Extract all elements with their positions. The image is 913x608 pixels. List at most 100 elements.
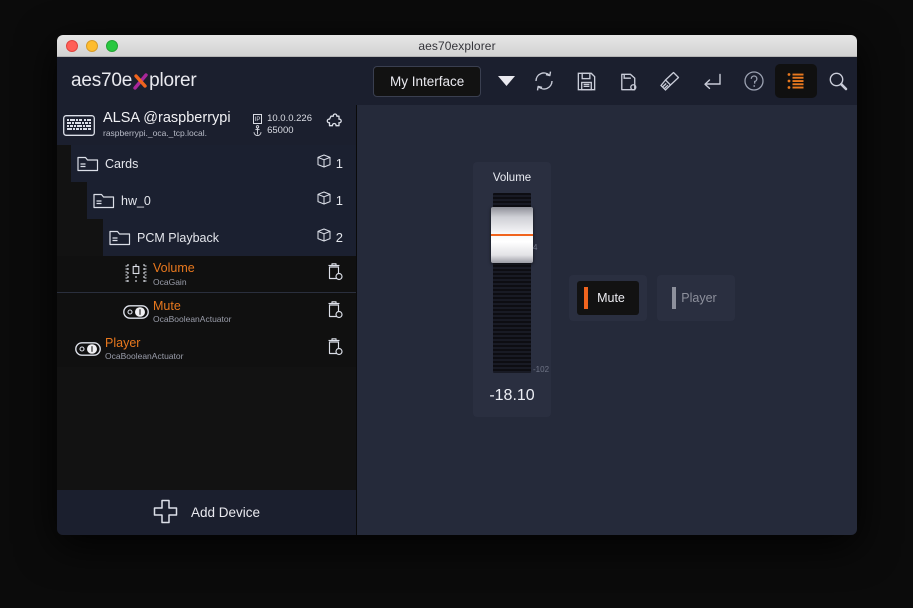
search-icon[interactable] — [817, 64, 857, 98]
toggle-icon[interactable] — [119, 305, 153, 319]
player-control[interactable]: Player — [657, 275, 735, 321]
add-device-button[interactable]: Add Device — [57, 490, 356, 535]
device-name: ALSA @raspberrypi — [103, 111, 251, 127]
zoom-button[interactable] — [106, 40, 118, 52]
trash-icon[interactable] — [326, 337, 343, 361]
close-button[interactable] — [66, 40, 78, 52]
tree-indent — [57, 256, 119, 292]
tree-label: hw_0 — [121, 194, 317, 208]
device-port-value: 65000 — [267, 125, 293, 137]
box-icon — [317, 154, 331, 173]
folder-icon — [103, 229, 137, 247]
refresh-icon[interactable] — [523, 64, 565, 98]
clear-icon[interactable] — [649, 64, 691, 98]
tree-indent — [57, 145, 71, 182]
help-icon[interactable] — [733, 64, 775, 98]
tree-leaf-text: Volume OcaGain — [153, 261, 326, 286]
toggle-icon[interactable] — [71, 342, 105, 356]
device-header[interactable]: ALSA @raspberrypi raspberrypi._oca._tcp.… — [57, 105, 356, 145]
app-logo: aes70eplorer — [57, 70, 357, 92]
tree-row-meta: 1 — [317, 191, 356, 210]
volume-tick-max: 4 — [533, 243, 537, 252]
anchor-icon — [251, 125, 263, 136]
plus-cross-icon — [153, 499, 178, 527]
tree-indent — [57, 293, 119, 330]
folder-icon — [71, 155, 105, 173]
tree-row-actions[interactable] — [326, 262, 356, 286]
tree-leaf-text: Mute OcaBooleanActuator — [153, 299, 326, 324]
fader-icon — [119, 263, 153, 285]
trash-icon[interactable] — [326, 300, 343, 324]
save-icon[interactable] — [565, 64, 607, 98]
tree-sublabel: OcaGain — [153, 277, 326, 287]
tree-row[interactable]: Mute OcaBooleanActuator — [57, 293, 356, 330]
tree-sublabel: OcaBooleanActuator — [153, 314, 326, 324]
minimize-button[interactable] — [86, 40, 98, 52]
mute-control[interactable]: Mute — [569, 275, 647, 321]
enter-icon[interactable] — [691, 64, 733, 98]
ip-badge-icon: IP — [251, 114, 263, 124]
player-button[interactable]: Player — [665, 281, 727, 315]
folder-icon — [87, 192, 121, 210]
device-ip-line: IP 10.0.0.226 — [251, 113, 312, 125]
tree-label: Player — [105, 336, 326, 350]
tree-label: Cards — [105, 157, 317, 171]
device-ip-value: 10.0.0.226 — [267, 113, 312, 125]
logo-x-icon — [132, 71, 149, 91]
box-icon — [317, 191, 331, 210]
chevron-down-icon[interactable] — [489, 66, 523, 96]
tree-count: 1 — [336, 156, 343, 171]
tree-row[interactable]: Cards 1 — [57, 145, 356, 182]
interface-button[interactable]: My Interface — [373, 66, 481, 97]
save-as-icon[interactable] — [607, 64, 649, 98]
volume-value: -18.10 — [489, 387, 534, 405]
device-identity: ALSA @raspberrypi raspberrypi._oca._tcp.… — [103, 111, 251, 138]
trash-icon[interactable] — [326, 262, 343, 286]
device-port-line: 65000 — [251, 125, 312, 137]
object-tree[interactable]: Cards 1 — [57, 145, 356, 490]
tree-indent — [57, 219, 103, 256]
tree-label: Mute — [153, 299, 326, 313]
tree-row-meta: 2 — [317, 228, 356, 247]
tree-label: Volume — [153, 261, 326, 275]
window-controls[interactable] — [66, 40, 118, 52]
tree-count: 2 — [336, 230, 343, 245]
add-device-label: Add Device — [191, 505, 260, 520]
svg-text:IP: IP — [254, 117, 260, 123]
tree-row[interactable]: hw_0 1 — [57, 182, 356, 219]
tree-sublabel: OcaBooleanActuator — [105, 351, 326, 361]
application-window: aes70explorer aes70eplorer My Interface — [57, 35, 857, 535]
tree-row-actions[interactable] — [326, 337, 356, 361]
player-state-indicator — [672, 287, 676, 309]
window-titlebar[interactable]: aes70explorer — [57, 35, 857, 57]
volume-slider[interactable] — [493, 193, 531, 373]
tree-row-actions[interactable] — [326, 300, 356, 324]
tree-indent — [57, 330, 71, 367]
control-surface: Volume 4 -102 -18.10 — [357, 105, 857, 535]
tree-row-meta: 1 — [317, 154, 356, 173]
tree-row[interactable]: Player OcaBooleanActuator — [57, 330, 356, 367]
desktop-background: aes70explorer aes70eplorer My Interface — [0, 0, 913, 608]
interface-selector[interactable]: My Interface — [373, 66, 523, 97]
device-board-icon — [63, 115, 95, 136]
tree-leaf-text: Player OcaBooleanActuator — [105, 336, 326, 361]
volume-fader-widget[interactable]: Volume 4 -102 -18.10 — [473, 162, 551, 417]
volume-track-wrap: 4 -102 — [473, 193, 551, 373]
mute-state-indicator — [584, 287, 588, 309]
tree-indent — [57, 182, 87, 219]
list-icon[interactable] — [775, 64, 817, 98]
tree-row[interactable]: Volume OcaGain — [57, 256, 356, 293]
tree-count: 1 — [336, 193, 343, 208]
device-hostname: raspberrypi._oca._tcp.local. — [103, 129, 251, 138]
window-body: ALSA @raspberrypi raspberrypi._oca._tcp.… — [57, 105, 857, 535]
mute-button[interactable]: Mute — [577, 281, 639, 315]
logo-text-pre: aes70e — [71, 70, 132, 92]
volume-slider-handle[interactable] — [491, 207, 533, 263]
window-title: aes70explorer — [57, 39, 857, 53]
device-sidebar: ALSA @raspberrypi raspberrypi._oca._tcp.… — [57, 105, 357, 535]
main-toolbar: My Interface — [357, 64, 857, 98]
tree-row[interactable]: PCM Playback 2 — [57, 219, 356, 256]
puzzle-piece-icon[interactable] — [322, 113, 346, 137]
app-topbar: aes70eplorer My Interface — [57, 57, 857, 105]
tree-label: PCM Playback — [137, 231, 317, 245]
